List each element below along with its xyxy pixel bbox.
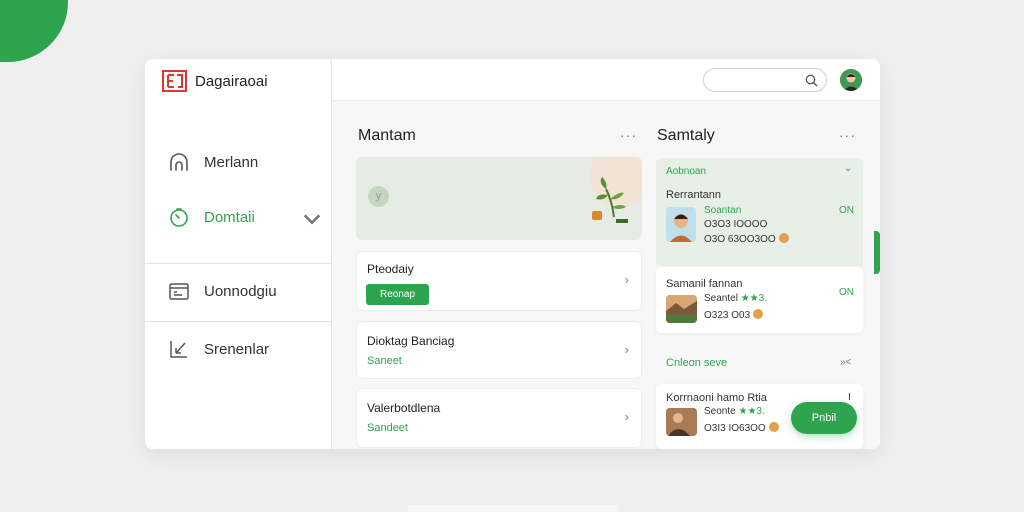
emoji-icon	[753, 309, 764, 319]
main-more-button[interactable]: ···	[620, 127, 637, 143]
panel-chevron-icon[interactable]: ⌄	[844, 163, 852, 174]
plant-icon	[592, 177, 628, 223]
corner-decoration	[0, 0, 68, 62]
card-action-button[interactable]: Reonap	[366, 284, 429, 305]
entry-heading: Samanil fannan	[666, 278, 743, 290]
edit-icon	[170, 341, 187, 358]
main-title: Mantam	[358, 127, 416, 144]
sidebar-item-home[interactable]: Merlann	[168, 151, 323, 173]
search-icon	[805, 74, 818, 87]
entry-heading: Korrnaoni hamo Rtia	[666, 392, 767, 404]
top-bar	[332, 59, 880, 101]
chevron-right-icon[interactable]: ›	[625, 342, 629, 357]
list-item[interactable]: Valerbotdlena Sandeet ›	[356, 388, 642, 448]
brand-logo-icon	[162, 70, 187, 92]
summary-title: Samtaly	[657, 127, 715, 144]
home-icon	[170, 153, 188, 171]
search-input[interactable]	[703, 68, 827, 92]
hero-badge: y	[368, 186, 389, 207]
entry-heading: Rerrantann	[666, 189, 722, 201]
avatar[interactable]	[840, 69, 862, 91]
card-title: Pteodaiy	[367, 262, 414, 276]
collapse-icon[interactable]: »<	[840, 357, 851, 368]
app-window: Dagairaoai Merlann Domtaii Uonnodgiu Sre…	[145, 59, 880, 449]
emoji-icon	[768, 422, 779, 432]
rating-stars: ★★3.	[740, 293, 767, 304]
section-header: Cnleon seve »<	[656, 347, 863, 377]
emoji-icon	[778, 233, 789, 243]
card-subtitle: Saneet	[367, 355, 402, 367]
sidebar-item-label: Uonnodgiu	[204, 282, 277, 300]
summary-entry[interactable]: Samanil fannan Seantel ★★3. O323 O03 ON	[656, 267, 863, 333]
sidebar-item-edit[interactable]: Srenenlar	[168, 338, 323, 360]
sidebar-item-domtaii[interactable]: Domtaii	[168, 206, 323, 228]
entry-detail: O3O3 IOOOO	[704, 219, 768, 230]
person-thumbnail	[666, 207, 696, 242]
sidebar-divider	[145, 321, 332, 322]
calendar-icon	[169, 283, 189, 300]
section-title: Cnleon seve	[666, 357, 728, 369]
entry-tag: ON	[839, 205, 854, 216]
entry-tag: ON	[839, 287, 854, 298]
rating-stars: ★★3.	[738, 406, 765, 417]
clock-icon	[170, 208, 188, 227]
sidebar-item-label: Srenenlar	[204, 340, 270, 358]
sidebar-item-label: Domtaii	[204, 208, 255, 226]
entry-name: Seonte ★★3.	[704, 406, 765, 417]
list-item[interactable]: Dioktag Banciag Saneet ›	[356, 321, 642, 379]
sidebar-divider	[145, 263, 332, 264]
chevron-right-icon[interactable]: ›	[625, 409, 629, 424]
entry-detail: O3I3 IO63OO	[704, 422, 779, 434]
landscape-thumbnail	[666, 295, 697, 323]
hero-banner: y	[356, 157, 642, 240]
sidebar: Dagairaoai Merlann Domtaii Uonnodgiu Sre…	[145, 59, 332, 449]
sidebar-item-calendar[interactable]: Uonnodgiu	[168, 280, 323, 302]
entry-name: Seantel ★★3.	[704, 293, 767, 304]
summary-more-button[interactable]: ···	[839, 127, 856, 143]
entry-detail: O3O 63OO3OO	[704, 233, 789, 245]
summary-panel: Aobnoan ⌄ Rerrantann Soantan O3O3 IOOOO …	[656, 158, 863, 266]
card-subtitle: Sandeet	[367, 422, 408, 434]
bottom-decoration	[408, 505, 618, 512]
brand-name: Dagairaoai	[195, 72, 268, 90]
floating-action-button[interactable]: Pnbil	[791, 402, 857, 434]
user-avatar-icon	[840, 69, 862, 91]
brand[interactable]: Dagairaoai	[162, 70, 268, 92]
entry-name: Soantan	[704, 205, 742, 216]
card-title: Valerbotdlena	[367, 401, 441, 415]
chevron-right-icon[interactable]: ›	[625, 272, 629, 287]
entry-tag: I	[848, 392, 851, 403]
card-title: Dioktag Banciag	[367, 334, 455, 348]
sidebar-item-label: Merlann	[204, 153, 259, 171]
chevron-down-icon[interactable]	[301, 208, 323, 230]
entry-detail: O323 O03	[704, 309, 764, 321]
side-scroll-tab[interactable]	[874, 231, 880, 274]
list-item[interactable]: Pteodaiy Reonap ›	[356, 251, 642, 311]
photo-thumbnail	[666, 408, 697, 436]
panel-header: Aobnoan	[666, 166, 707, 177]
